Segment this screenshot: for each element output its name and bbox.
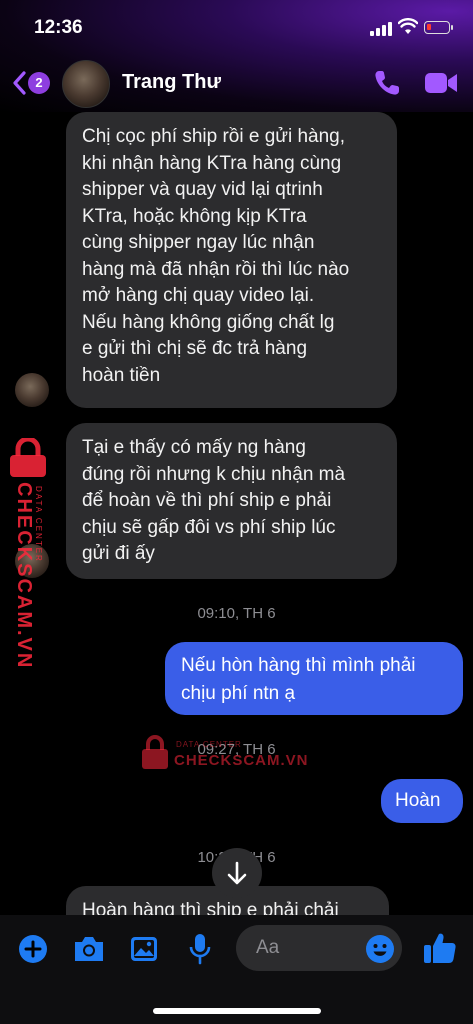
- watermark-tagline: DATA CENTER: [176, 740, 242, 749]
- battery-icon: [424, 21, 453, 34]
- cellular-signal-icon: [370, 22, 392, 36]
- unread-badge[interactable]: 2: [28, 72, 50, 94]
- watermark-tagline: DATA CENTER: [34, 486, 43, 563]
- back-icon[interactable]: [10, 70, 28, 96]
- camera-icon[interactable]: [72, 934, 106, 964]
- lock-icon: [10, 438, 46, 477]
- incoming-message[interactable]: Chị cọc phí ship rồi e gửi hàng, khi nhậ…: [66, 112, 397, 408]
- plus-icon[interactable]: [18, 934, 48, 964]
- contact-avatar[interactable]: [62, 60, 110, 108]
- microphone-icon[interactable]: [188, 932, 212, 966]
- contact-name[interactable]: Trang Thư: [122, 71, 221, 94]
- gallery-icon[interactable]: [129, 934, 159, 964]
- emoji-icon[interactable]: [365, 934, 395, 964]
- status-time: 12:36: [34, 17, 83, 38]
- chat-header: 2 Trang Thư: [0, 56, 473, 112]
- scroll-down-icon: [227, 861, 247, 885]
- scroll-down-button[interactable]: [212, 848, 262, 898]
- wifi-icon: [398, 18, 418, 34]
- status-bar: 12:36: [0, 0, 473, 56]
- video-icon[interactable]: [424, 70, 458, 96]
- outgoing-message[interactable]: Hoàn: [381, 779, 463, 823]
- home-indicator[interactable]: [153, 1008, 321, 1014]
- watermark-center: DATA CENTER CHECKSCAM.VN: [140, 734, 310, 774]
- message-timestamp: 09:10, TH 6: [197, 605, 276, 622]
- incoming-message[interactable]: Tại e thấy có mấy ng hàng đúng rồi nhưng…: [66, 423, 397, 579]
- lock-icon: [142, 735, 168, 769]
- watermark-vertical: CHECKSCAM.VN DATA CENTER: [2, 438, 52, 669]
- contact-avatar-small: [15, 373, 49, 407]
- watermark-brand: CHECKSCAM.VN: [174, 752, 309, 769]
- thumbs-up-icon[interactable]: [422, 930, 458, 966]
- watermark-brand: CHECKSCAM.VN: [13, 482, 35, 670]
- phone-icon[interactable]: [372, 68, 402, 98]
- outgoing-message[interactable]: Nếu hòn hàng thì mình phải chịu phí ntn …: [165, 642, 463, 715]
